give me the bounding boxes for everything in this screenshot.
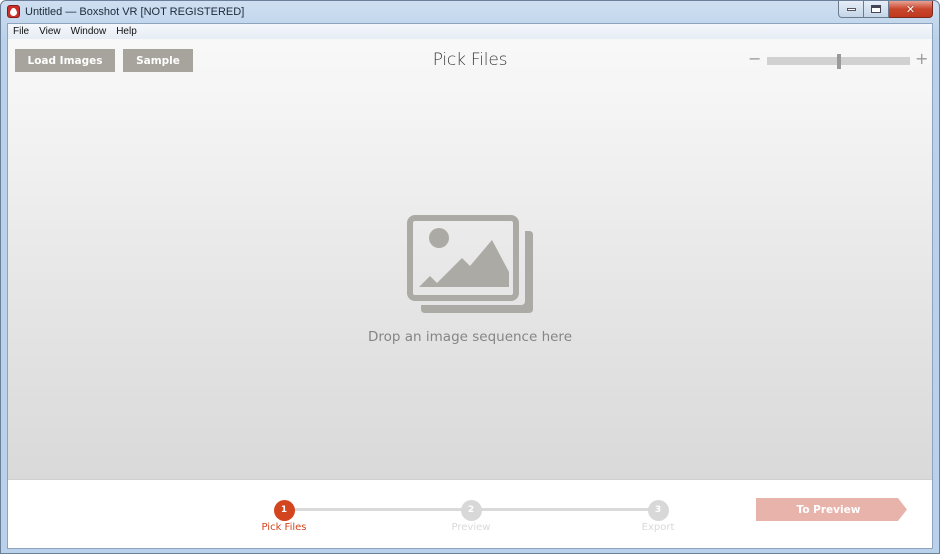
zoom-slider-thumb[interactable] [836,54,841,69]
menu-help[interactable]: Help [111,24,142,39]
menu-window[interactable]: Window [66,24,112,39]
image-gallery-icon [407,215,533,313]
title-bar[interactable]: Untitled — Boxshot VR [NOT REGISTERED] ✕ [1,1,939,22]
app-icon[interactable] [7,5,20,18]
step-pick-files[interactable]: 1 Pick Files [244,500,324,533]
wizard-footer: 1 Pick Files 2 Preview 3 Export To Previ… [8,479,932,548]
window-controls: ✕ [838,1,933,18]
close-icon: ✕ [905,2,916,16]
close-button[interactable]: ✕ [889,1,933,18]
step-export[interactable]: 3 Export [618,500,698,533]
client-area: File View Window Help Load Images Sample… [7,23,933,549]
menu-view[interactable]: View [34,24,66,39]
step-label: Preview [451,522,491,533]
drop-area[interactable]: Load Images Sample Pick Files − + Drop a… [8,39,932,479]
step-number: 2 [460,500,482,521]
step-number: 1 [273,500,295,521]
window-title: Untitled — Boxshot VR [NOT REGISTERED] [25,5,245,18]
zoom-in-button[interactable]: + [915,49,928,69]
minimize-button[interactable] [838,1,864,18]
minimize-icon [846,7,856,11]
drop-hint-text: Drop an image sequence here [368,329,572,345]
zoom-out-button[interactable]: − [748,49,761,69]
app-window: Untitled — Boxshot VR [NOT REGISTERED] ✕… [0,0,940,554]
menu-file[interactable]: File [8,24,34,39]
maximize-icon [871,5,881,13]
menu-bar: File View Window Help [8,24,932,39]
to-preview-button[interactable]: To Preview [756,498,907,521]
step-number: 3 [647,500,669,521]
step-label: Pick Files [261,522,307,533]
zoom-slider[interactable] [767,54,910,69]
step-label: Export [641,522,675,533]
maximize-button[interactable] [864,1,889,18]
step-preview[interactable]: 2 Preview [431,500,511,533]
